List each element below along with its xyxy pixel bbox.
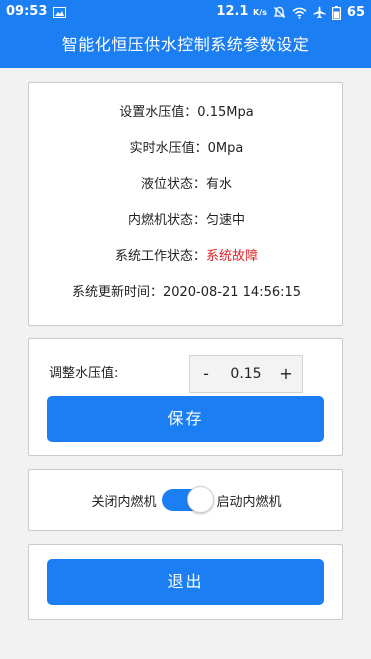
- set-pressure-row: 设置水压值：0.15Mpa: [119, 105, 254, 120]
- status-left: 09:53: [6, 0, 67, 24]
- status-info-card: 设置水压值：0.15Mpa 实时水压值：0Mpa 液位状态：有水 内燃机状态：匀…: [28, 82, 343, 326]
- bell-muted-icon: [273, 6, 286, 19]
- system-status-row: 系统工作状态：系统故障: [29, 248, 344, 266]
- status-time: 09:53: [6, 4, 48, 19]
- system-status-value: 系统故障: [206, 249, 259, 264]
- adjust-pressure-card: 调整水压值: - 0.15 + 保存: [28, 338, 343, 456]
- engine-on-label: 启动内燃机: [216, 494, 282, 510]
- save-button[interactable]: 保存: [47, 396, 324, 442]
- water-level-label: 液位状态：: [140, 177, 206, 192]
- engine-switch-card: 关闭内燃机 启动内燃机: [28, 469, 343, 531]
- status-right: 12.1 K/s 65: [216, 0, 365, 25]
- engine-off-label: 关闭内燃机: [91, 494, 157, 510]
- engine-status-value: 匀速中: [206, 213, 246, 228]
- update-time-row: 系统更新时间：2020-08-21 14:56:15: [29, 284, 344, 302]
- pressure-stepper: - 0.15 +: [189, 355, 303, 393]
- engine-toggle-switch[interactable]: [160, 484, 214, 516]
- pressure-value-input[interactable]: 0.15: [222, 366, 270, 382]
- system-status-label: 系统工作状态：: [114, 249, 206, 264]
- network-speed-value: 12.1: [216, 4, 249, 19]
- realtime-pressure-row: 实时水压值：0Mpa: [129, 141, 244, 156]
- page-title: 智能化恒压供水控制系统参数设定: [61, 35, 310, 54]
- update-time-label: 系统更新时间：: [71, 285, 163, 300]
- app-root: 09:53 12.1 K/s 65 智能化恒压供水控制系统参数设定 设置水压值：…: [0, 0, 371, 659]
- wifi-icon: [292, 7, 307, 19]
- update-time-value: 2020-08-21 14:56:15: [162, 285, 302, 300]
- engine-switch-row: 关闭内燃机 启动内燃机: [29, 470, 344, 530]
- top-bar: 09:53 12.1 K/s 65 智能化恒压供水控制系统参数设定: [0, 0, 371, 68]
- water-level-value: 有水: [206, 177, 233, 192]
- exit-card: 退出: [28, 544, 343, 620]
- exit-button[interactable]: 退出: [47, 559, 324, 605]
- battery-level: 65: [346, 4, 365, 20]
- toggle-thumb[interactable]: [186, 486, 214, 513]
- engine-status-row: 内燃机状态：匀速中: [29, 212, 344, 230]
- increment-button[interactable]: +: [270, 356, 302, 392]
- decrement-button[interactable]: -: [190, 356, 222, 392]
- adjust-pressure-label: 调整水压值:: [49, 366, 119, 381]
- battery-icon: [331, 5, 341, 20]
- network-speed-unit: K/s: [253, 8, 267, 17]
- status-bar: 09:53 12.1 K/s 65: [0, 0, 371, 24]
- image-icon: [53, 6, 67, 18]
- engine-status-label: 内燃机状态：: [127, 213, 206, 228]
- water-level-row: 液位状态：有水: [29, 176, 344, 194]
- airplane-icon: [313, 6, 326, 19]
- network-speed: 12.1 K/s: [216, 0, 267, 25]
